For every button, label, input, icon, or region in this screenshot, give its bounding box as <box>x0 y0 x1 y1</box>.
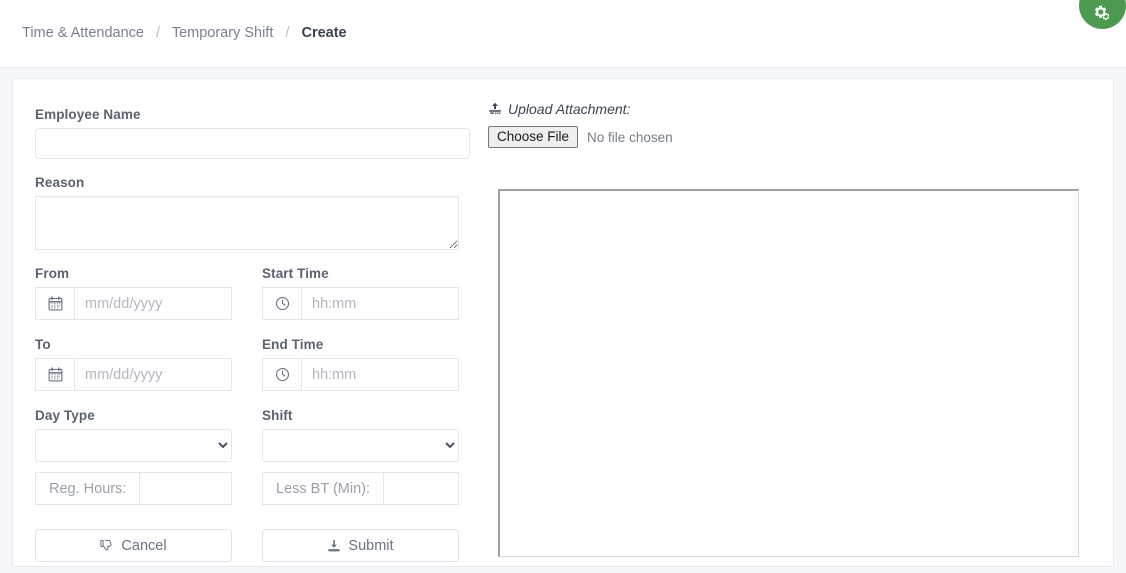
breadcrumb-item-temporary-shift[interactable]: Temporary Shift <box>172 25 274 41</box>
choose-file-button[interactable]: Choose File <box>488 125 579 149</box>
reason-textarea[interactable] <box>35 196 459 250</box>
less-bt-prefix-label: Less BT (Min): <box>262 472 384 505</box>
shift-field-group: Shift <box>262 408 459 462</box>
reason-label: Reason <box>35 175 85 190</box>
attachment-preview-box <box>498 189 1079 557</box>
start-time-input-group <box>262 287 459 320</box>
clock-icon[interactable] <box>262 358 301 391</box>
thumbs-down-icon <box>100 539 114 553</box>
top-bar: Time & Attendance / Temporary Shift / Cr… <box>0 0 1126 68</box>
upload-attachment-label: Upload Attachment: <box>488 101 1101 117</box>
end-time-label: End Time <box>262 337 324 352</box>
upload-icon <box>488 102 502 116</box>
shift-select[interactable] <box>262 429 459 462</box>
upload-attachment-text: Upload Attachment: <box>508 101 631 117</box>
breadcrumb-separator: / <box>285 25 290 41</box>
day-type-label: Day Type <box>35 408 95 423</box>
daytype-shift-row: Day Type Shift <box>35 408 470 470</box>
from-field-group: From <box>35 266 232 320</box>
reg-hours-input-group: Reg. Hours: <box>35 472 232 505</box>
to-label: To <box>35 337 51 352</box>
breadcrumb-item-create: Create <box>301 25 347 41</box>
less-bt-input[interactable] <box>383 472 459 505</box>
download-save-icon <box>327 539 341 553</box>
reg-hours-prefix-label: Reg. Hours: <box>35 472 140 505</box>
file-input-row[interactable]: Choose File No file chosen <box>488 125 1101 149</box>
from-date-input[interactable] <box>74 287 232 320</box>
form-actions-row: Cancel Submit <box>35 529 470 565</box>
submit-button[interactable]: Submit <box>262 529 459 562</box>
cogs-icon <box>1090 1 1112 23</box>
attachment-panel: Upload Attachment: Choose File No file c… <box>488 101 1101 561</box>
day-type-field-group: Day Type <box>35 408 232 462</box>
less-bt-input-group: Less BT (Min): <box>262 472 459 505</box>
shift-label: Shift <box>262 408 293 423</box>
to-end-row: To End Time <box>35 337 470 399</box>
start-time-label: Start Time <box>262 266 329 281</box>
calendar-icon[interactable] <box>35 358 74 391</box>
to-field-group: To <box>35 337 232 391</box>
submit-button-label: Submit <box>348 537 394 554</box>
to-date-input[interactable] <box>74 358 232 391</box>
day-type-select[interactable] <box>35 429 232 462</box>
start-time-field-group: Start Time <box>262 266 459 320</box>
end-time-input[interactable] <box>301 358 459 391</box>
from-input-group <box>35 287 232 320</box>
reason-field-group: Reason <box>35 175 470 250</box>
employee-name-input[interactable] <box>35 128 470 159</box>
to-input-group <box>35 358 232 391</box>
hours-row: Reg. Hours: Less BT (Min): <box>35 472 470 517</box>
from-label: From <box>35 266 70 281</box>
reg-hours-input[interactable] <box>139 472 232 505</box>
create-temporary-shift-card: Employee Name Reason From mm/dd/yyyy Sta… <box>12 78 1114 567</box>
breadcrumb-item-time-attendance[interactable]: Time & Attendance <box>22 25 144 41</box>
settings-fab-button[interactable] <box>1079 0 1126 29</box>
start-time-input[interactable] <box>301 287 459 320</box>
breadcrumb-separator: / <box>156 25 161 41</box>
breadcrumb: Time & Attendance / Temporary Shift / Cr… <box>22 25 347 41</box>
from-start-row: From Start Ti <box>35 266 470 328</box>
employee-name-label: Employee Name <box>35 107 141 122</box>
reg-hours-field-group: Reg. Hours: <box>35 472 232 505</box>
clock-icon[interactable] <box>262 287 301 320</box>
cancel-button[interactable]: Cancel <box>35 529 232 562</box>
file-chosen-status: No file chosen <box>587 129 673 145</box>
less-bt-field-group: Less BT (Min): <box>262 472 459 505</box>
cancel-button-label: Cancel <box>121 537 167 554</box>
temporary-shift-form: Employee Name Reason From mm/dd/yyyy Sta… <box>35 107 470 565</box>
end-time-field-group: End Time <box>262 337 459 391</box>
calendar-icon[interactable] <box>35 287 74 320</box>
employee-name-field-group: Employee Name <box>35 107 470 159</box>
end-time-input-group <box>262 358 459 391</box>
